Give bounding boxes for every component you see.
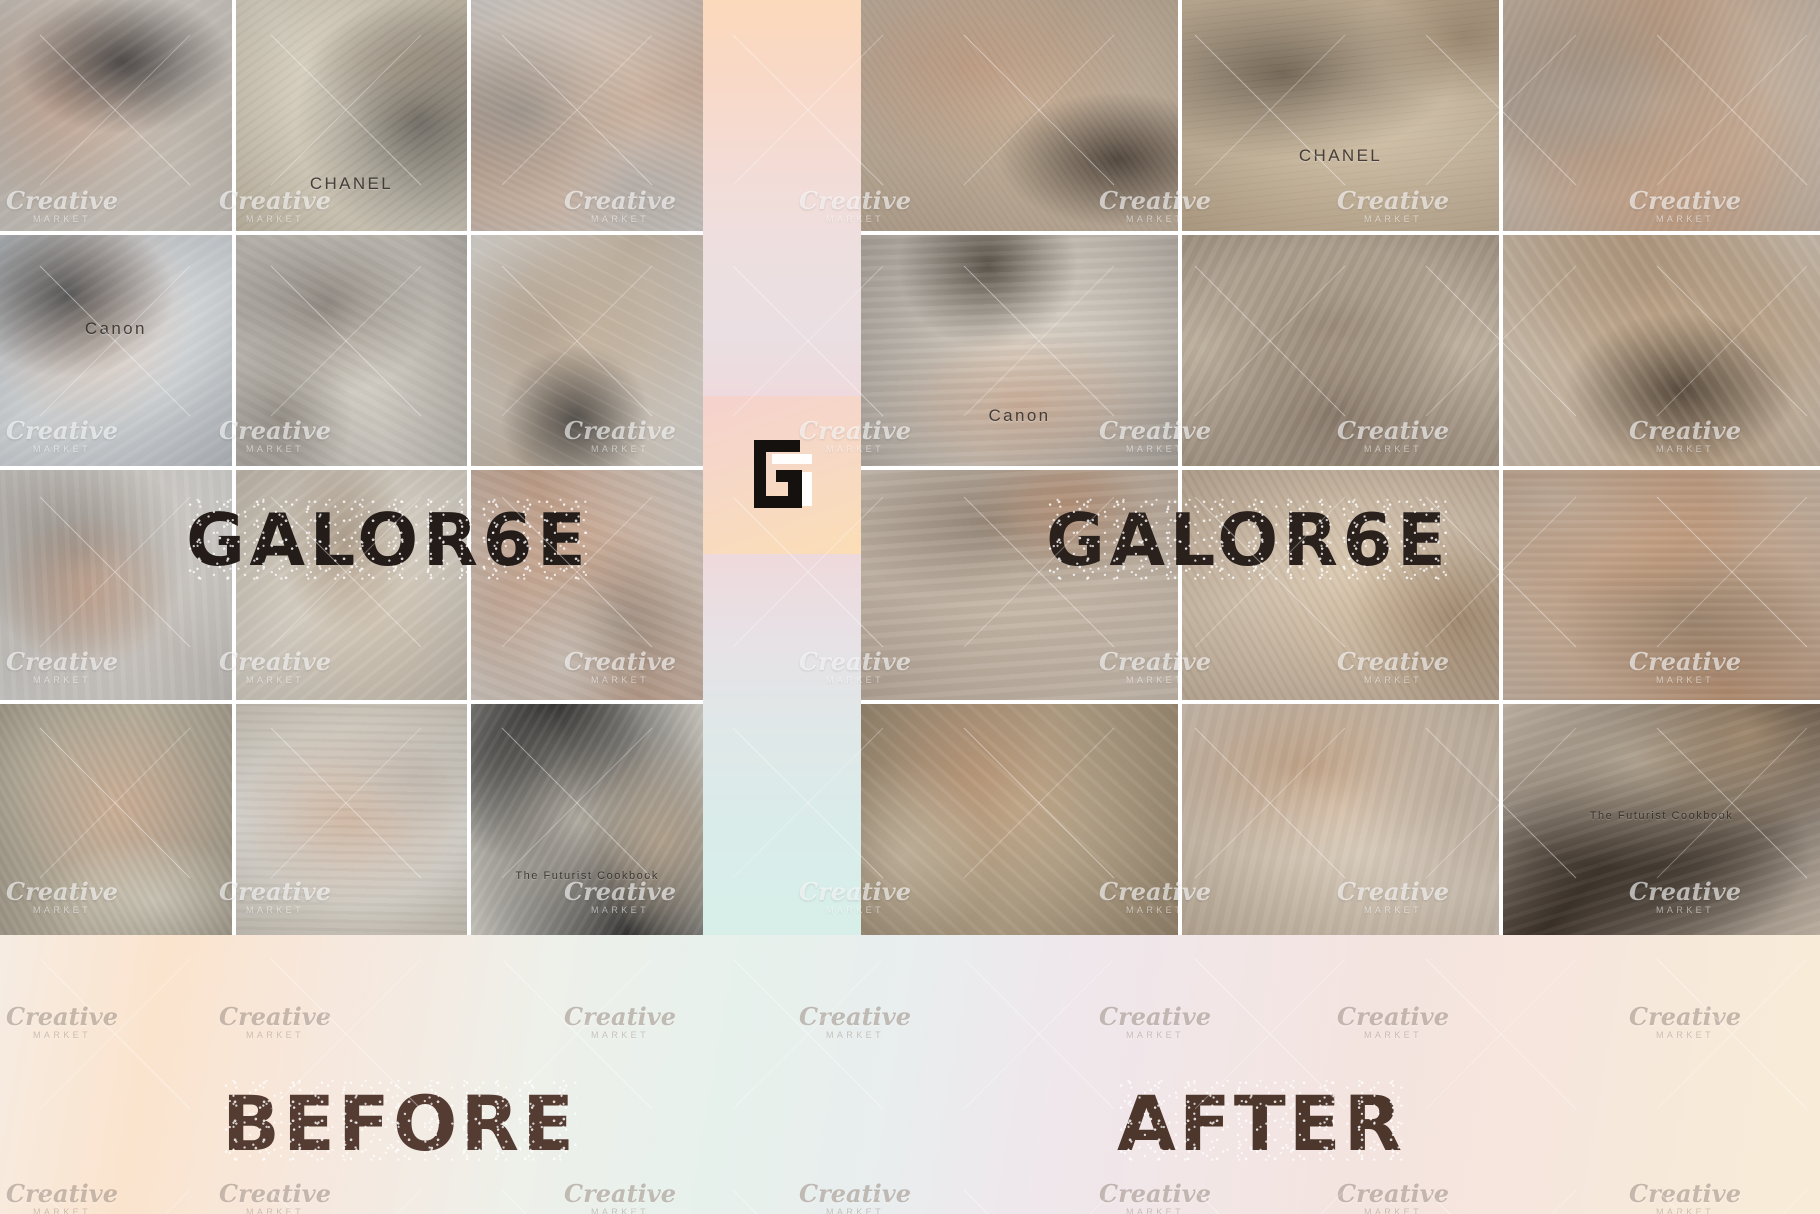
photo-embedded-text: The Futurist Cookbook: [515, 869, 659, 882]
photo-color-grade: [861, 0, 1178, 231]
photo-color-grade: [1503, 234, 1820, 466]
photo-image: [0, 704, 232, 935]
photo-cell: [861, 0, 1178, 231]
before-panel: CHANEL Canon The Futurist Cookbook: [0, 0, 703, 935]
photo-cell: [471, 0, 703, 231]
photo-cell: [235, 704, 468, 935]
photo-cell: [861, 704, 1178, 935]
photo-cell: [0, 704, 232, 935]
photo-color-grade: [861, 234, 1178, 466]
distress-texture: [1046, 498, 1451, 582]
photo-image: [861, 0, 1178, 231]
distress-texture: [186, 498, 591, 582]
photo-cell: Canon: [0, 234, 232, 466]
photo-image: [1182, 234, 1499, 466]
photo-cell: The Futurist Cookbook: [471, 704, 703, 935]
photo-cell: [1503, 469, 1820, 701]
photo-image: [1503, 234, 1820, 466]
photo-embedded-text: The Futurist Cookbook: [1589, 809, 1734, 822]
photo-color-grade: [235, 704, 468, 935]
photo-image: The Futurist Cookbook: [1503, 704, 1820, 935]
photo-image: [1503, 0, 1820, 231]
photo-color-grade: [471, 0, 703, 231]
photo-cell: [0, 0, 232, 231]
before-photo-grid: CHANEL Canon The Futurist Cookbook: [0, 0, 703, 935]
photo-cell: [1503, 234, 1820, 466]
photo-color-grade: [0, 0, 232, 231]
photo-cell: [1182, 234, 1499, 466]
photo-image: [471, 0, 703, 231]
photo-cell: CHANEL: [1182, 0, 1499, 231]
photo-image: [471, 234, 703, 466]
photo-embedded-text: Canon: [84, 318, 147, 338]
distress-texture: [222, 1079, 578, 1168]
photo-cell: [1182, 704, 1499, 935]
photo-color-grade: [1182, 704, 1499, 935]
photo-color-grade: [1503, 469, 1820, 701]
photo-color-grade: [0, 704, 232, 935]
photo-color-grade: [471, 704, 703, 935]
photo-cell: [1503, 0, 1820, 231]
preview-canvas: CHANEL Canon The Futurist Cookbook CHANEL C…: [0, 0, 1820, 1214]
photo-embedded-text: Canon: [988, 406, 1051, 426]
after-panel: CHANEL Canon The Futurist Cookbook: [861, 0, 1820, 935]
photo-cell: The Futurist Cookbook: [1503, 704, 1820, 935]
photo-image: Canon: [0, 234, 232, 466]
photo-image: [1503, 469, 1820, 701]
photo-color-grade: [861, 704, 1178, 935]
photo-image: [1182, 704, 1499, 935]
photo-image: [235, 704, 468, 935]
photo-image: CHANEL: [235, 0, 468, 231]
after-photo-grid: CHANEL Canon The Futurist Cookbook: [861, 0, 1820, 935]
photo-color-grade: [471, 234, 703, 466]
photo-cell: [235, 234, 468, 466]
photo-color-grade: [1182, 234, 1499, 466]
photo-image: CHANEL: [1182, 0, 1499, 231]
photo-image: [0, 0, 232, 231]
before-label: BEFORE: [222, 1079, 578, 1168]
bottom-gradient-band: [0, 935, 1820, 1214]
brand-monogram-g: [746, 424, 818, 526]
photo-cell: Canon: [861, 234, 1178, 466]
distress-texture: [1117, 1079, 1406, 1168]
brand-wordmark-after: GALOR6E: [1046, 498, 1451, 582]
photo-color-grade: [235, 0, 468, 231]
photo-embedded-text: CHANEL: [309, 173, 394, 193]
after-label: AFTER: [1117, 1079, 1406, 1168]
photo-cell: [471, 234, 703, 466]
photo-color-grade: [0, 234, 232, 466]
photo-image: [861, 704, 1178, 935]
brand-wordmark-before: GALOR6E: [186, 498, 591, 582]
photo-color-grade: [1503, 0, 1820, 231]
photo-image: The Futurist Cookbook: [471, 704, 703, 935]
photo-color-grade: [1182, 0, 1499, 231]
photo-embedded-text: CHANEL: [1298, 146, 1383, 166]
photo-image: [235, 234, 468, 466]
photo-color-grade: [235, 234, 468, 466]
photo-image: Canon: [861, 234, 1178, 466]
photo-cell: CHANEL: [235, 0, 468, 231]
